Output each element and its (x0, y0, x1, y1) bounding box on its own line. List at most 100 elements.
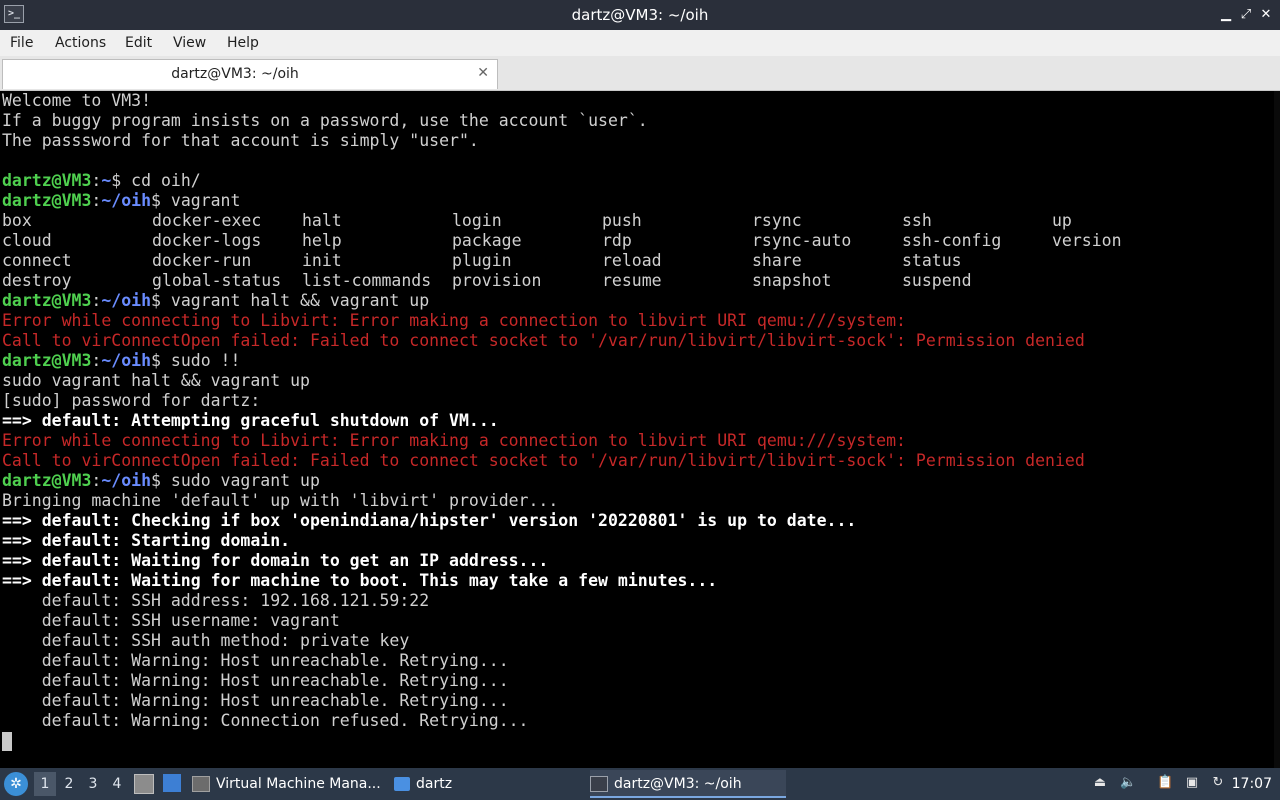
terminal-line: Welcome to VM3! (2, 91, 152, 110)
vagrant-command-item: share (752, 251, 802, 270)
vagrant-command-item: ssh-config (902, 231, 1002, 250)
vagrant-status-line: ==> default: Waiting for domain to get a… (2, 551, 549, 570)
vagrant-command-item: package (452, 231, 522, 250)
prompt-line: dartz@VM3:~/oih$ sudo vagrant up (2, 471, 320, 490)
task-label: Virtual Machine Mana... (216, 776, 381, 792)
vagrant-command-item: reload (602, 251, 662, 270)
vagrant-command-item: status (902, 251, 962, 270)
vagrant-command-item: global-status (152, 271, 282, 290)
menu-file[interactable]: File (4, 30, 39, 56)
terminal-line: sudo vagrant halt && vagrant up (2, 371, 310, 390)
taskbar: ✲ 1 2 3 4 Virtual Machine Mana... dartz … (0, 768, 1280, 800)
vagrant-status-line: ==> default: Attempting graceful shutdow… (2, 411, 499, 430)
prompt-user: dartz@VM3 (2, 291, 92, 310)
window-titlebar: >_ dartz@VM3: ~/oih ▁ ⤢ ✕ (0, 0, 1280, 30)
task-virtual-machine-manager[interactable]: Virtual Machine Mana... (192, 770, 388, 798)
terminal-line: default: SSH username: vagrant (2, 611, 340, 630)
prompt-line: dartz@VM3:~$ cd oih/ (2, 171, 201, 190)
prompt-user: dartz@VM3 (2, 171, 92, 190)
maximize-icon[interactable]: ⤢ (1237, 6, 1255, 24)
terminal-line: The passsword for that account is simply… (2, 131, 479, 150)
vagrant-command-item: help (302, 231, 342, 250)
workspace-2[interactable]: 2 (58, 772, 80, 796)
window-title: dartz@VM3: ~/oih (571, 6, 709, 24)
error-line: Error while connecting to Libvirt: Error… (2, 431, 906, 450)
terminal-scrollbar[interactable] (1274, 91, 1280, 768)
tab-label: dartz@VM3: ~/oih (171, 66, 299, 82)
vagrant-command-item: rdp (602, 231, 632, 250)
task-terminal[interactable]: dartz@VM3: ~/oih (590, 770, 786, 798)
eject-icon[interactable]: ⏏ (1092, 775, 1108, 791)
vagrant-status-line: ==> default: Waiting for machine to boot… (2, 571, 718, 590)
menu-edit[interactable]: Edit (119, 30, 158, 56)
menubar: File Actions Edit View Help (0, 30, 1280, 56)
prompt-line: dartz@VM3:~/oih$ vagrant halt && vagrant… (2, 291, 430, 310)
vagrant-command-item: rsync-auto (752, 231, 852, 250)
prompt-user: dartz@VM3 (2, 471, 92, 490)
terminal-line: If a buggy program insists on a password… (2, 111, 648, 130)
prompt-command: cd oih/ (131, 171, 201, 190)
vagrant-command-item: cloud (2, 231, 52, 250)
vagrant-command-list: box docker-exec halt login push rsync ssh up clo… (2, 211, 1202, 291)
terminal-line: Bringing machine 'default' up with 'libv… (2, 491, 559, 510)
terminal-line: default: SSH auth method: private key (2, 631, 410, 650)
workspace-1[interactable]: 1 (34, 772, 56, 796)
vagrant-command-item: snapshot (752, 271, 832, 290)
terminal-cursor (2, 732, 12, 751)
prompt-user: dartz@VM3 (2, 191, 92, 210)
close-icon[interactable]: ✕ (1257, 6, 1275, 24)
error-line: Error while connecting to Libvirt: Error… (2, 311, 906, 330)
prompt-path: ~ (101, 171, 112, 190)
volume-icon[interactable]: 🔈 (1120, 775, 1136, 791)
terminal-line: default: Warning: Host unreachable. Retr… (2, 671, 509, 690)
prompt-command: vagrant halt && vagrant up (170, 291, 430, 310)
vagrant-command-item: docker-logs (152, 231, 262, 250)
prompt-user: dartz@VM3 (2, 351, 92, 370)
vagrant-command-item: up (1052, 211, 1072, 230)
folder-icon (394, 777, 410, 791)
network-icon[interactable]: ▣ (1184, 775, 1200, 791)
workspace-3[interactable]: 3 (82, 772, 104, 796)
prompt-path: ~/oih (101, 291, 152, 310)
vagrant-command-item: version (1052, 231, 1122, 250)
terminal-line: default: Warning: Host unreachable. Retr… (2, 651, 509, 670)
vagrant-status-line: ==> default: Starting domain. (2, 531, 291, 550)
terminal-output[interactable]: Welcome to VM3! If a buggy program insis… (0, 91, 1280, 768)
clock[interactable]: 17:07 (1232, 768, 1272, 800)
vagrant-command-item: init (302, 251, 342, 270)
terminal-line: default: Warning: Host unreachable. Retr… (2, 691, 509, 710)
task-label: dartz (416, 776, 453, 792)
file-manager-launcher-icon[interactable] (163, 774, 181, 792)
clipboard-icon[interactable]: 📋 (1157, 775, 1173, 791)
vagrant-command-item: rsync (752, 211, 802, 230)
tab-terminal[interactable]: dartz@VM3: ~/oih ✕ (2, 59, 498, 89)
terminal-line: default: SSH address: 192.168.121.59:22 (2, 591, 430, 610)
task-label: dartz@VM3: ~/oih (614, 776, 742, 792)
vagrant-command-item: suspend (902, 271, 972, 290)
terminal-line: default: Warning: Connection refused. Re… (2, 711, 529, 730)
error-line: Call to virConnectOpen failed: Failed to… (2, 451, 1085, 470)
show-desktop-icon[interactable] (134, 774, 154, 794)
prompt-command: sudo !! (170, 351, 241, 370)
prompt-command: vagrant (170, 191, 241, 210)
vagrant-command-item: halt (302, 211, 342, 230)
terminal-icon (590, 776, 608, 792)
prompt-path: ~/oih (101, 351, 152, 370)
prompt-line: dartz@VM3:~/oih$ vagrant (2, 191, 241, 210)
vagrant-command-item: connect (2, 251, 72, 270)
workspace-4[interactable]: 4 (106, 772, 128, 796)
updates-icon[interactable]: ↻ (1210, 775, 1226, 791)
minimize-icon[interactable]: ▁ (1217, 6, 1235, 24)
task-dartz-folder[interactable]: dartz (394, 770, 582, 798)
vagrant-command-item: destroy (2, 271, 72, 290)
virt-manager-icon (192, 776, 210, 792)
terminal-line: [sudo] password for dartz: (2, 391, 261, 410)
vagrant-command-item: list-commands (302, 271, 432, 290)
menu-help[interactable]: Help (221, 30, 265, 56)
start-menu-icon[interactable]: ✲ (4, 772, 28, 796)
menu-actions[interactable]: Actions (49, 30, 112, 56)
error-line: Call to virConnectOpen failed: Failed to… (2, 331, 1085, 350)
tab-close-icon[interactable]: ✕ (477, 60, 489, 86)
menu-view[interactable]: View (167, 30, 212, 56)
vagrant-status-line: ==> default: Checking if box 'openindian… (2, 511, 857, 530)
